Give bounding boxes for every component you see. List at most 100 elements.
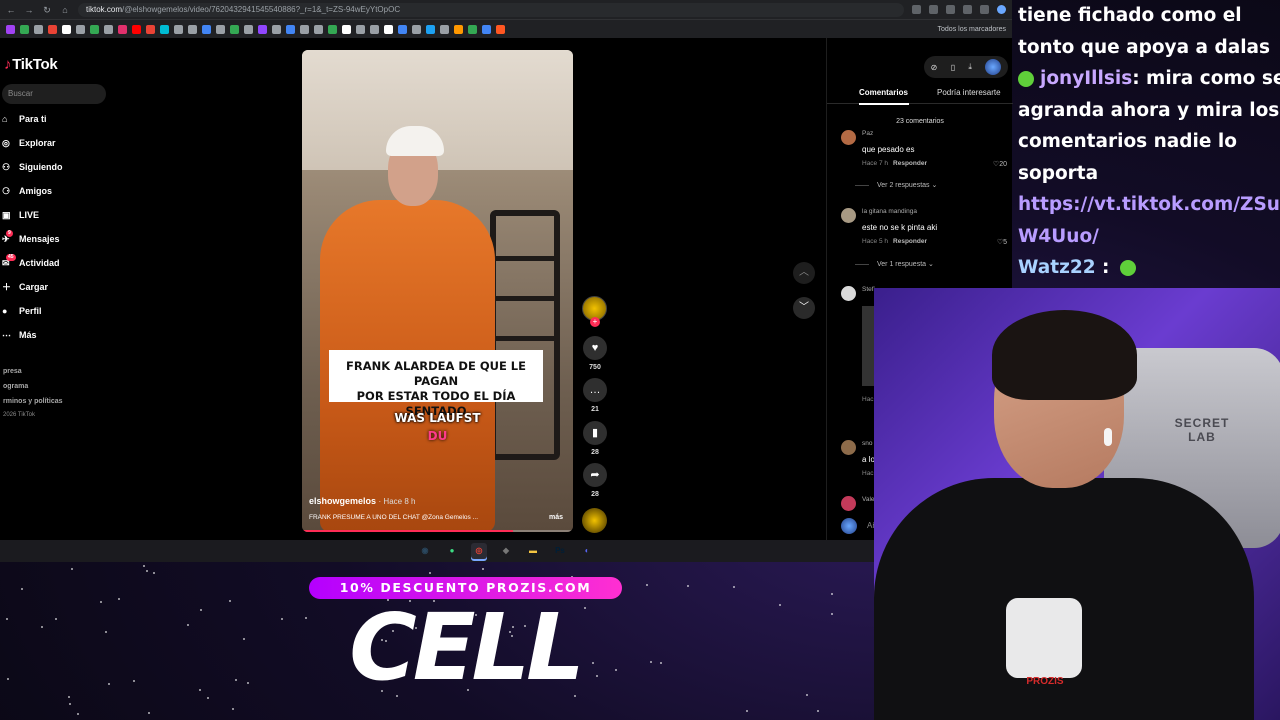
extension-icon[interactable] [963, 5, 972, 14]
home-icon[interactable]: ⌂ [60, 5, 70, 15]
bookmark-icon[interactable] [482, 24, 491, 34]
footer-link-company[interactable]: presa [3, 368, 22, 375]
bookmark-icon[interactable] [216, 24, 225, 34]
sidebar-item-siguiendo[interactable]: ⚇ Siguiendo [2, 162, 63, 172]
footer-link-program[interactable]: ograma [3, 383, 28, 390]
bookmark-icon[interactable] [286, 24, 295, 34]
share-arrow-icon[interactable]: ➦ [583, 463, 607, 487]
profile-icon[interactable] [997, 5, 1006, 14]
extension-icon[interactable] [980, 5, 989, 14]
bookmark-icon[interactable] [258, 24, 267, 34]
video-player[interactable]: FRANK ALARDEA DE QUE LE PAGAN POR ESTAR … [302, 50, 573, 532]
bookmark-icon[interactable] [342, 24, 351, 34]
bookmark-icon[interactable] [230, 24, 239, 34]
bookmark-icon[interactable]: ▮ [583, 421, 607, 445]
sidebar-item-perfil[interactable]: ● Perfil [2, 306, 42, 316]
sidebar-item-amigos[interactable]: ⚆ Amigos [2, 186, 52, 196]
steam-icon[interactable]: ◉ [417, 543, 433, 559]
bookmark-icon[interactable] [440, 24, 449, 34]
bookmark-icon[interactable] [132, 24, 141, 34]
chat-link[interactable]: https://vt.tiktok.com/ZSuW [1018, 189, 1280, 221]
avatar[interactable] [841, 208, 856, 223]
comment-likes[interactable]: ♡5 [997, 238, 1007, 246]
bookmark-icon[interactable] [34, 24, 43, 34]
comment-user[interactable]: la gitana mandinga [862, 208, 917, 215]
bookmark-icon[interactable] [174, 24, 183, 34]
bookmark-icon[interactable] [76, 24, 85, 34]
comment-bubble-icon[interactable]: … [583, 378, 607, 402]
chat-link[interactable]: W4Uuo/ [1018, 221, 1280, 253]
download-icon[interactable]: ⤓ [968, 62, 972, 72]
chrome-icon[interactable]: ◎ [471, 543, 487, 559]
bookmark-icon[interactable] [370, 24, 379, 34]
bookmark-icon[interactable] [384, 24, 393, 34]
forward-icon[interactable]: → [24, 5, 34, 15]
music-disc-icon[interactable] [582, 508, 607, 533]
bookmark-icon[interactable] [62, 24, 71, 34]
sidebar-item-más[interactable]: ⋯ Más [2, 330, 37, 340]
bookmark-icon[interactable] [468, 24, 477, 34]
bookmark-icon[interactable] [398, 24, 407, 34]
app-icon[interactable]: ◆ [498, 543, 514, 559]
footer-link-terms[interactable]: rminos y políticas [3, 398, 63, 405]
bookmark-icon[interactable] [20, 24, 29, 34]
bookmark-icon[interactable] [202, 24, 211, 34]
photoshop-icon[interactable]: Ps [552, 543, 568, 559]
url-bar[interactable]: tiktok.com/@elshowgemelos/video/76204329… [78, 2, 904, 17]
reply-button[interactable]: Responder [893, 160, 927, 167]
avatar[interactable] [841, 286, 856, 301]
bookmark-icon[interactable] [188, 24, 197, 34]
comment-user[interactable]: Vale [862, 496, 875, 503]
sidebar-item-para-ti[interactable]: ⌂ Para ti [2, 114, 47, 124]
extension-icon[interactable] [929, 5, 938, 14]
all-bookmarks-link[interactable]: Todos los marcadores [938, 26, 1006, 33]
sidebar-item-actividad[interactable]: ✉ 45 Actividad [2, 253, 60, 268]
comment-user[interactable]: Paz [862, 130, 873, 137]
bookmark-icon[interactable] [160, 24, 169, 34]
extension-icon[interactable] [912, 5, 921, 14]
bookmark-icon[interactable] [272, 24, 281, 34]
comment-user[interactable]: sno [862, 440, 872, 447]
search-input[interactable]: Buscar [2, 84, 106, 104]
view-replies-button[interactable]: Ver 1 respuesta ⌄ [855, 260, 934, 268]
bookmark-icon[interactable] [356, 24, 365, 34]
next-video-chevron-down-icon[interactable]: ﹀ [793, 297, 815, 319]
more-link[interactable]: más [549, 514, 563, 521]
extension-icon[interactable] [946, 5, 955, 14]
video-progress-bar[interactable] [302, 530, 573, 532]
bookmark-icon[interactable] [90, 24, 99, 34]
bookmark-icon[interactable] [328, 24, 337, 34]
comment-likes[interactable]: ♡20 [993, 160, 1007, 168]
bookmark-icon[interactable] [412, 24, 421, 34]
bookmark-icon[interactable] [244, 24, 253, 34]
view-replies-button[interactable]: Ver 2 respuestas ⌄ [855, 181, 937, 189]
discord-icon[interactable]: ◐ [579, 543, 595, 559]
bookmark-icon[interactable] [300, 24, 309, 34]
sidebar-item-mensajes[interactable]: ✈ 9 Mensajes [2, 229, 60, 244]
folder-icon[interactable]: ▬ [525, 543, 541, 559]
bookmark-icon[interactable] [118, 24, 127, 34]
avatar[interactable] [841, 130, 856, 145]
previous-video-chevron-up-icon[interactable]: ︿ [793, 262, 815, 284]
tab-comments[interactable]: Comentarios [859, 88, 908, 97]
follow-plus-icon[interactable]: + [590, 317, 600, 327]
back-icon[interactable]: ← [6, 5, 16, 15]
android-icon[interactable]: ● [444, 543, 460, 559]
phone-icon[interactable]: ▯ [951, 63, 955, 72]
reply-button[interactable]: Responder [893, 238, 927, 245]
video-author[interactable]: elshowgemelos · Hace 8 h [309, 496, 415, 506]
bookmark-icon[interactable] [496, 24, 505, 34]
bookmark-icon[interactable] [426, 24, 435, 34]
like-heart-icon[interactable]: ♥ [583, 336, 607, 360]
sidebar-item-cargar[interactable]: ＋ Cargar [2, 282, 48, 292]
bookmark-icon[interactable] [6, 24, 15, 34]
tab-might-interest[interactable]: Podría interesarte [937, 88, 1001, 97]
compass-icon[interactable]: ⊘ [931, 63, 938, 72]
bookmark-icon[interactable] [146, 24, 155, 34]
sidebar-item-live[interactable]: ▣ LIVE [2, 210, 39, 220]
bookmark-icon[interactable] [48, 24, 57, 34]
sidebar-item-explorar[interactable]: ◎ Explorar [2, 138, 56, 148]
profile-avatar[interactable] [985, 59, 1002, 75]
reload-icon[interactable]: ↻ [42, 5, 52, 15]
avatar[interactable] [841, 440, 856, 455]
